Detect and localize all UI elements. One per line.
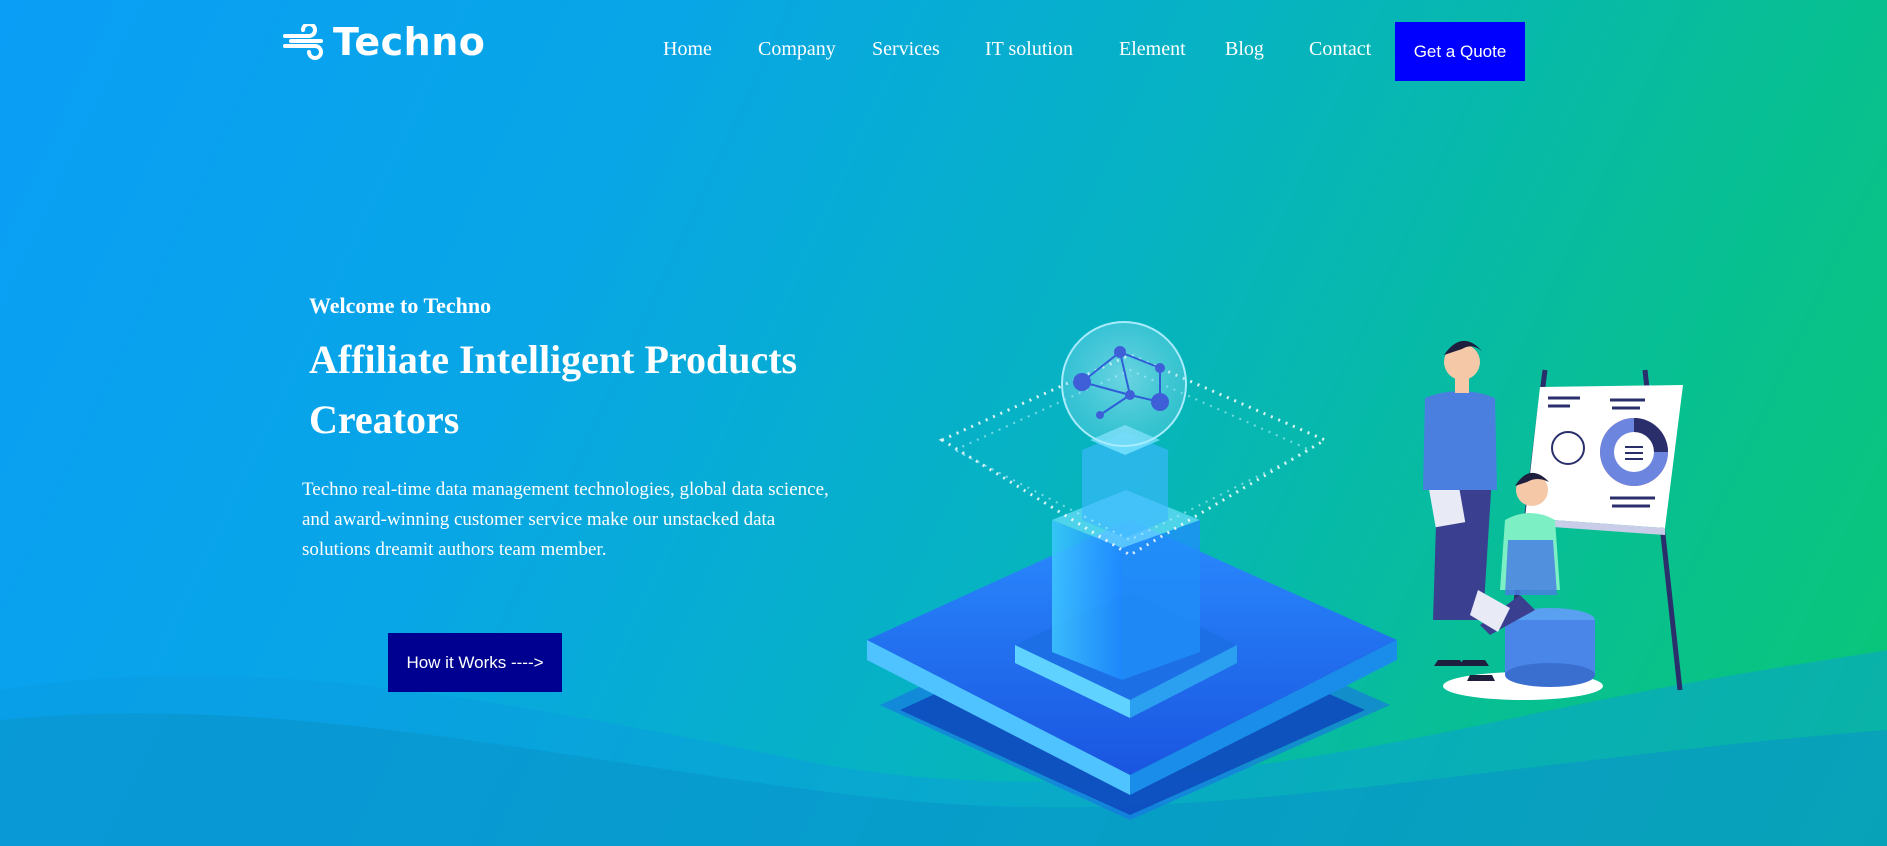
hero-illustration — [867, 321, 1683, 820]
network-orb-graphic — [1061, 321, 1187, 447]
data-tower-graphic — [1052, 425, 1200, 680]
